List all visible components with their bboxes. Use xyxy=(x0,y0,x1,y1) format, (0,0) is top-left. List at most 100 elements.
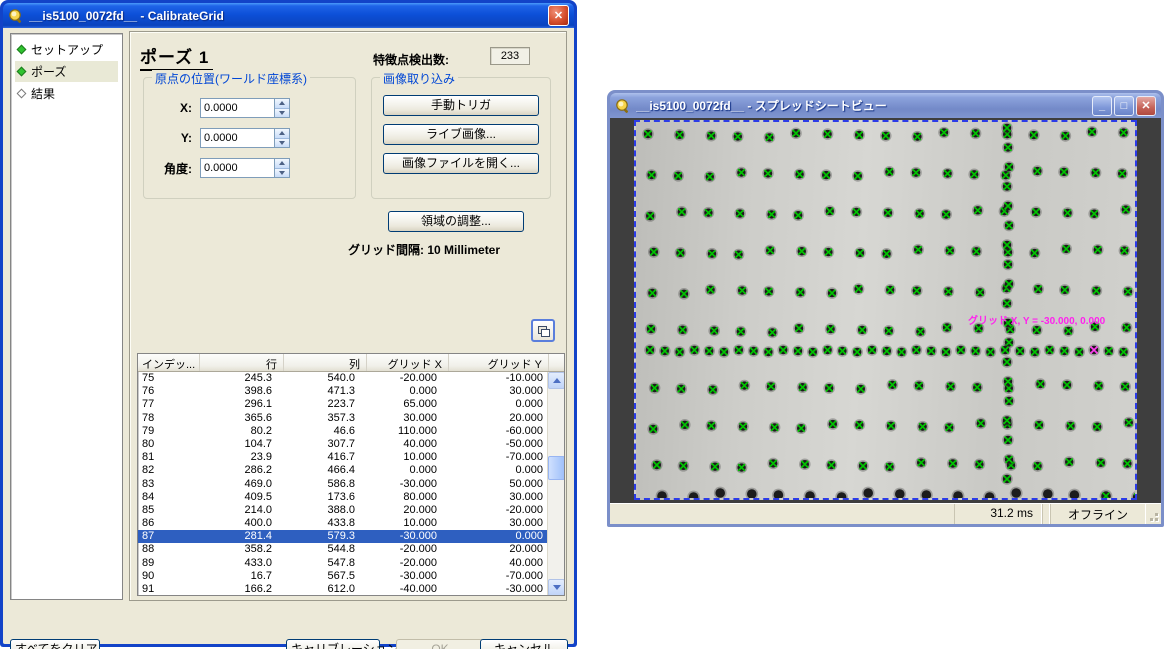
table-cell: 87 xyxy=(138,530,200,543)
manual-trigger-button[interactable]: 手動トリガ xyxy=(383,95,539,116)
table-cell: 398.6 xyxy=(200,385,284,398)
scroll-up-icon[interactable] xyxy=(548,372,565,389)
table-row[interactable]: 75245.3540.0-20.000-10.000 xyxy=(138,372,564,385)
window-title: __is5100_0072fd__ - CalibrateGrid xyxy=(29,9,546,23)
table-cell: 365.6 xyxy=(200,412,284,425)
origin-group-title: 原点の位置(ワールド座標系) xyxy=(152,70,310,87)
table-cell: 10.000 xyxy=(367,451,449,464)
table-cell: 469.0 xyxy=(200,478,284,491)
grid-coordinate-label: グリッド X, Y = -30.000, 0.000 xyxy=(968,312,1105,327)
table-cell: 409.5 xyxy=(200,491,284,504)
table-cell: 400.0 xyxy=(200,517,284,530)
table-cell: 296.1 xyxy=(200,398,284,411)
column-header[interactable]: グリッド X xyxy=(367,354,449,371)
table-row[interactable]: 76398.6471.30.00030.000 xyxy=(138,385,564,398)
calibration-dot-grid xyxy=(636,122,1135,498)
table-row[interactable]: 83469.0586.8-30.00050.000 xyxy=(138,478,564,491)
table-cell: -30.000 xyxy=(367,478,449,491)
spin-down-icon[interactable] xyxy=(275,139,289,148)
table-cell: -50.000 xyxy=(449,438,549,451)
table-row[interactable]: 77296.1223.765.0000.000 xyxy=(138,398,564,411)
table-cell: 579.3 xyxy=(284,530,367,543)
column-header[interactable]: グリッド Y xyxy=(449,354,549,371)
close-icon[interactable]: ✕ xyxy=(548,5,569,26)
table-cell: 80 xyxy=(138,438,200,451)
sidebar-item[interactable]: 結果 xyxy=(15,83,118,104)
scroll-thumb[interactable] xyxy=(548,456,565,480)
spreadsheet-titlebar[interactable]: __is5100_0072fd__ - スプレッドシートビュー _ □ ✕ xyxy=(610,93,1161,118)
spin-up-icon[interactable] xyxy=(275,159,289,169)
insight-app-icon xyxy=(615,98,631,114)
column-header[interactable]: 列 xyxy=(284,354,367,371)
spin-down-icon[interactable] xyxy=(275,109,289,118)
calibrate-button[interactable]: キャリブレーション xyxy=(286,639,380,649)
open-image-file-button[interactable]: 画像ファイルを開く... xyxy=(383,153,539,174)
scroll-down-icon[interactable] xyxy=(548,579,565,596)
table-cell: 281.4 xyxy=(200,530,284,543)
sidebar-item-label: 結果 xyxy=(31,85,55,102)
copy-table-button[interactable] xyxy=(531,319,555,342)
table-row[interactable]: 85214.0388.020.000-20.000 xyxy=(138,504,564,517)
calibration-image-region[interactable]: グリッド X, Y = -30.000, 0.000 xyxy=(634,120,1137,500)
table-cell: 84 xyxy=(138,491,200,504)
table-cell: 433.0 xyxy=(200,557,284,570)
table-row[interactable]: 82286.2466.40.0000.000 xyxy=(138,464,564,477)
table-cell: 30.000 xyxy=(449,517,549,530)
table-cell: -30.000 xyxy=(449,583,549,596)
clear-all-button[interactable]: すべてをクリア xyxy=(10,639,100,649)
spin-up-icon[interactable] xyxy=(275,99,289,109)
table-cell: -10.000 xyxy=(449,372,549,385)
resize-grip[interactable] xyxy=(1146,504,1161,524)
origin-y-row: Y: xyxy=(156,128,290,148)
table-row[interactable]: 7980.246.6110.000-60.000 xyxy=(138,425,564,438)
close-icon[interactable]: ✕ xyxy=(1136,96,1156,116)
table-cell: -70.000 xyxy=(449,451,549,464)
table-cell: -30.000 xyxy=(367,570,449,583)
calibrate-client-area: セットアップポーズ結果 ポーズ 1 特徴点検出数: 233 原点の位置(ワールド… xyxy=(3,28,574,644)
table-row[interactable]: 88358.2544.8-20.00020.000 xyxy=(138,543,564,556)
sidebar-item[interactable]: ポーズ xyxy=(15,61,118,82)
table-cell: 388.0 xyxy=(284,504,367,517)
calibrate-titlebar[interactable]: __is5100_0072fd__ - CalibrateGrid ✕ xyxy=(3,3,574,28)
cancel-button[interactable]: キャンセル xyxy=(480,639,568,649)
live-image-button[interactable]: ライブ画像... xyxy=(383,124,539,145)
table-cell: 433.8 xyxy=(284,517,367,530)
spin-up-icon[interactable] xyxy=(275,129,289,139)
table-scrollbar[interactable] xyxy=(547,372,564,596)
spin-down-icon[interactable] xyxy=(275,169,289,178)
adjust-region-button[interactable]: 領域の調整... xyxy=(388,211,524,232)
table-row[interactable]: 89433.0547.8-20.00040.000 xyxy=(138,557,564,570)
y-input[interactable] xyxy=(201,129,274,147)
online-mode-status: オフライン xyxy=(1050,504,1146,524)
table-row[interactable]: 9016.7567.5-30.000-70.000 xyxy=(138,570,564,583)
origin-groupbox: 原点の位置(ワールド座標系) X: Y: xyxy=(143,77,356,199)
table-cell: 76 xyxy=(138,385,200,398)
maximize-icon[interactable]: □ xyxy=(1114,96,1134,116)
column-header[interactable]: インデッ... xyxy=(138,354,200,371)
table-row[interactable]: 87281.4579.3-30.0000.000 xyxy=(138,530,564,543)
table-row[interactable]: 80104.7307.740.000-50.000 xyxy=(138,438,564,451)
table-cell: 471.3 xyxy=(284,385,367,398)
column-header[interactable]: 行 xyxy=(200,354,284,371)
table-cell: -60.000 xyxy=(449,425,549,438)
table-row[interactable]: 78365.6357.330.00020.000 xyxy=(138,412,564,425)
table-cell: 46.6 xyxy=(284,425,367,438)
minimize-icon[interactable]: _ xyxy=(1092,96,1112,116)
table-cell: -20.000 xyxy=(367,543,449,556)
ok-button: OK xyxy=(396,639,484,649)
table-row[interactable]: 8123.9416.710.000-70.000 xyxy=(138,451,564,464)
angle-input[interactable] xyxy=(201,159,274,177)
table-row[interactable]: 91166.2612.0-40.000-30.000 xyxy=(138,583,564,596)
table-cell: 358.2 xyxy=(200,543,284,556)
feature-point-table: インデッ...行列グリッド Xグリッド Y 75245.3540.0-20.00… xyxy=(137,353,565,596)
x-input[interactable] xyxy=(201,99,274,117)
table-row[interactable]: 86400.0433.810.00030.000 xyxy=(138,517,564,530)
table-cell: 166.2 xyxy=(200,583,284,596)
image-view[interactable]: グリッド X, Y = -30.000, 0.000 xyxy=(610,118,1161,503)
feature-count-value: 233 xyxy=(490,47,530,65)
y-spinbox xyxy=(200,128,290,148)
table-cell: 286.2 xyxy=(200,464,284,477)
sidebar-item[interactable]: セットアップ xyxy=(15,39,118,60)
table-row[interactable]: 84409.5173.680.00030.000 xyxy=(138,491,564,504)
table-cell: -20.000 xyxy=(449,504,549,517)
